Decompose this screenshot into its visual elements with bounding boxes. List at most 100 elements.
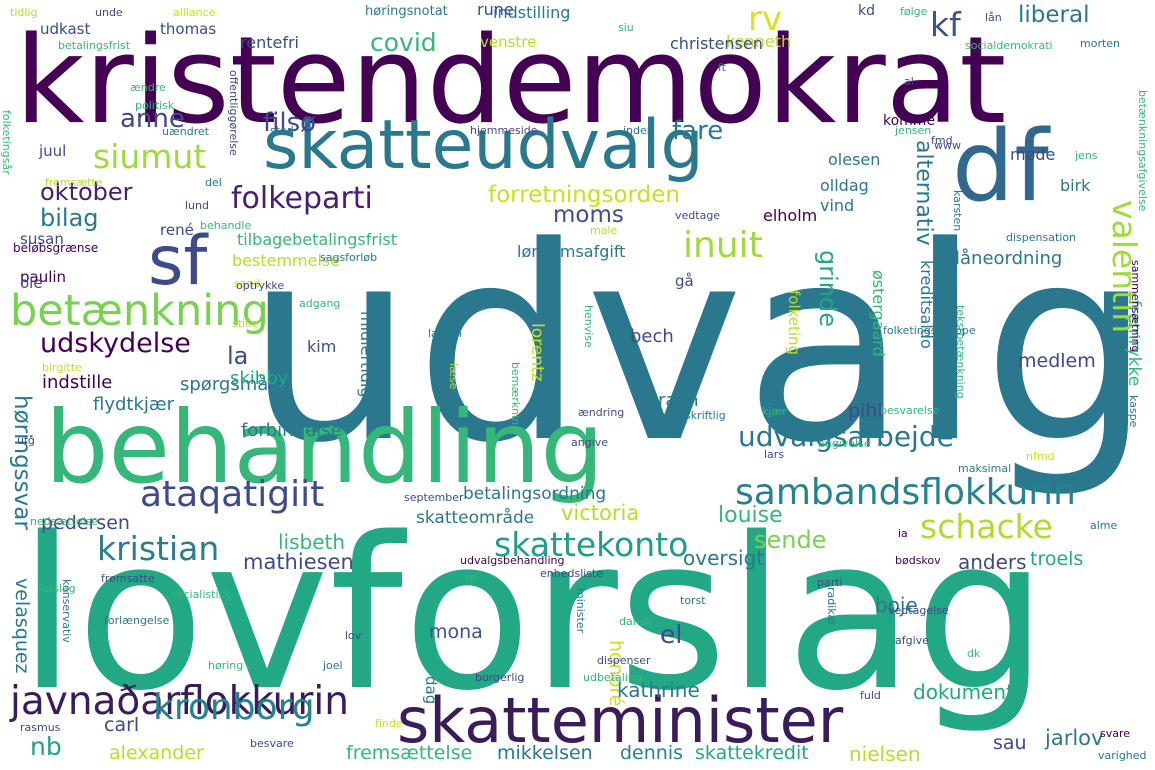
cloud-word: kf xyxy=(930,5,961,44)
cloud-word: svare xyxy=(1100,727,1131,740)
cloud-word: enhedsliste xyxy=(540,567,604,580)
cloud-word: alternativ xyxy=(911,140,936,246)
cloud-word: besvarelse xyxy=(880,404,940,417)
cloud-word: siumut xyxy=(93,137,207,176)
cloud-word: vedtage xyxy=(675,209,721,222)
cloud-word: skibby xyxy=(230,368,289,389)
cloud-word: låneordning xyxy=(955,248,1063,269)
cloud-word: flydtkjær xyxy=(93,394,174,415)
cloud-word: udkast xyxy=(40,20,91,38)
cloud-word: besvare xyxy=(250,737,294,750)
cloud-word: skattekredit xyxy=(695,742,809,764)
cloud-word: dokument xyxy=(913,680,1014,704)
cloud-word: lars xyxy=(764,448,785,461)
cloud-word: lønsumsafgift xyxy=(517,242,626,261)
cloud-word: louise xyxy=(718,503,783,528)
cloud-word: sau xyxy=(993,732,1027,754)
cloud-word: alexander xyxy=(109,742,204,764)
cloud-word: schacke xyxy=(920,507,1053,546)
cloud-word: læse xyxy=(447,363,460,390)
cloud-word: socialistisk xyxy=(171,588,231,601)
cloud-word: male xyxy=(590,224,618,237)
cloud-word: joel xyxy=(323,659,343,672)
cloud-word: dispenser xyxy=(597,654,651,667)
cloud-word: nedsættelse xyxy=(30,515,99,528)
cloud-word: folketingsgruppe xyxy=(883,324,976,337)
cloud-word: udbetaling xyxy=(583,671,642,684)
cloud-word: dennis xyxy=(620,742,684,764)
cloud-word: birgitte xyxy=(42,361,82,374)
cloud-word: adgang xyxy=(299,297,341,310)
cloud-word: morten xyxy=(1080,37,1121,50)
cloud-word: thomas xyxy=(160,20,217,38)
cloud-word: høringsnotat xyxy=(365,4,448,19)
cloud-word: www xyxy=(934,139,961,152)
cloud-word: følge xyxy=(900,5,928,18)
cloud-word: beløbsgrænse xyxy=(13,241,99,255)
cloud-word: henvise xyxy=(582,305,595,348)
cloud-word: jensen xyxy=(895,124,932,137)
cloud-word: kronborg xyxy=(153,687,315,728)
cloud-word: sende xyxy=(754,526,827,554)
cloud-word: fremsættelse xyxy=(346,742,473,764)
cloud-word: fare xyxy=(672,116,724,146)
cloud-word: el xyxy=(660,620,683,649)
cloud-word: angive xyxy=(571,436,609,449)
cloud-word: alliance xyxy=(173,6,216,19)
cloud-word: jens xyxy=(1075,149,1098,162)
cloud-word: medlem xyxy=(1018,350,1096,372)
cloud-word: lån xyxy=(985,11,1002,24)
cloud-word: ft xyxy=(718,61,726,74)
word-cloud: udvalg lovforslag kristendemokrat behandlin… xyxy=(0,0,1155,770)
cloud-word: borgerlig xyxy=(475,671,525,684)
cloud-word: folketingsår xyxy=(0,110,13,175)
cloud-word: juul xyxy=(39,142,67,160)
cloud-word: udvalgsbehandling xyxy=(460,554,565,567)
cloud-word: grinde xyxy=(814,250,842,327)
cloud-word: afgive xyxy=(895,634,929,647)
cloud-word: birk xyxy=(1060,176,1091,195)
cloud-word: skriftlig xyxy=(685,409,726,422)
cloud-word: sambandsflokkurin xyxy=(735,472,1076,513)
cloud-word: tidlig xyxy=(10,6,38,19)
cloud-word: maksimal xyxy=(958,462,1012,475)
cloud-word: skatteområde xyxy=(416,508,535,528)
cloud-word: lund xyxy=(185,199,209,212)
cloud-word: betænkning xyxy=(10,286,269,336)
cloud-word: dag xyxy=(422,676,440,705)
cloud-word: rv xyxy=(748,0,783,39)
cloud-word: betalingsordning xyxy=(463,484,607,504)
cloud-word: dansk xyxy=(619,615,652,628)
cloud-word: lov xyxy=(345,629,362,642)
cloud-word: oversigt xyxy=(683,546,765,570)
cloud-word: unde xyxy=(95,6,123,19)
cloud-word: lorentz xyxy=(527,323,547,382)
cloud-word: ole xyxy=(20,274,43,292)
cloud-word: fremsatte xyxy=(101,572,155,585)
cloud-word: victoria xyxy=(561,501,640,525)
cloud-word: uændret xyxy=(162,125,210,138)
cloud-word: lisbeth xyxy=(278,530,346,554)
cloud-word: ia xyxy=(898,527,908,540)
cloud-word: anders xyxy=(958,550,1027,574)
cloud-word: midlertidig xyxy=(357,311,376,398)
cloud-word: forlængelse xyxy=(104,614,170,627)
cloud-word: covid xyxy=(370,28,437,57)
cloud-word: ændring xyxy=(578,406,625,419)
cloud-word: troels xyxy=(1030,548,1084,570)
cloud-word: carl xyxy=(104,714,140,736)
cloud-word: hjemmeside xyxy=(470,124,538,137)
cloud-word: nielsen xyxy=(849,742,921,766)
cloud-word: rune xyxy=(477,0,514,19)
cloud-word: christensen xyxy=(670,34,763,53)
cloud-word: nfmd xyxy=(1026,450,1055,463)
cloud-word: rentefri xyxy=(240,33,299,52)
cloud-word: betalingsfrist xyxy=(58,39,131,52)
cloud-word: del xyxy=(205,176,222,189)
cloud-word: høring xyxy=(208,659,244,672)
cloud-word: radikal xyxy=(825,587,838,625)
cloud-word: nb xyxy=(30,732,62,761)
cloud-word: mikkelsen xyxy=(497,742,593,764)
cloud-word: optrykke xyxy=(236,279,285,292)
cloud-word: høringssvar xyxy=(9,395,35,530)
